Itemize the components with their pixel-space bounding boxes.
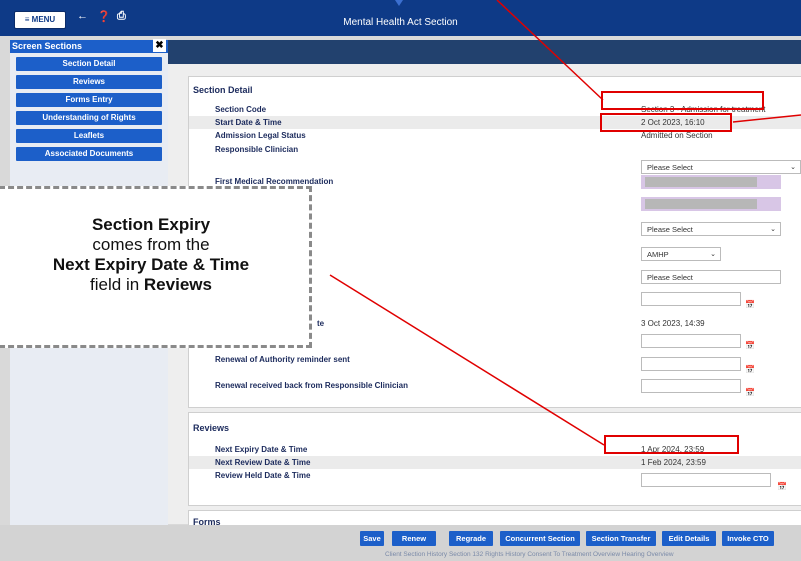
redacted-block	[645, 177, 757, 187]
callout-line-2: comes from the	[92, 235, 210, 254]
date-input-1[interactable]	[641, 292, 741, 306]
reviews-panel: Reviews Next Expiry Date & Time 1 Apr 20…	[188, 412, 801, 506]
sidebar-item-forms-entry[interactable]: Forms Entry	[16, 93, 162, 107]
sidebar-item-leaflets[interactable]: Leaflets	[16, 129, 162, 143]
header-strip	[168, 40, 801, 64]
bottom-action-bar: Save Renew Regrade Concurrent Section Se…	[0, 525, 801, 561]
calendar-icon[interactable]: 📅	[745, 300, 765, 309]
renewal-reminder-input[interactable]	[641, 357, 741, 371]
next-review-row: Next Review Date & Time 1 Feb 2024, 23:5…	[189, 456, 801, 469]
next-review-value: 1 Feb 2024, 23:59	[641, 458, 706, 467]
select-field-1[interactable]: Please Select ⌄	[641, 222, 781, 236]
select-value: Please Select	[647, 163, 693, 172]
sidebar-header: Screen Sections ✖	[10, 39, 168, 53]
section-detail-heading: Section Detail	[193, 85, 253, 95]
sidebar-item-associated-documents[interactable]: Associated Documents	[16, 147, 162, 161]
save-button[interactable]: Save	[360, 531, 384, 546]
select-value: Please Select	[647, 273, 693, 282]
section-code-label: Section Code	[215, 105, 267, 114]
calendar-icon[interactable]: 📅	[745, 388, 765, 397]
start-date-label: Start Date & Time	[215, 118, 282, 127]
callout-title: Section Expiry	[91, 215, 211, 234]
reviews-heading: Reviews	[193, 423, 230, 433]
invoke-cto-button[interactable]: Invoke CTO	[722, 531, 774, 546]
responsible-clinician-select[interactable]: Please Select ⌄	[641, 160, 801, 174]
chevron-down-icon: ⌄	[770, 226, 776, 233]
chevron-down-icon: ⌄	[790, 164, 796, 171]
regrade-button[interactable]: Regrade	[449, 531, 493, 546]
renewal-received-label: Renewal received back from Responsible C…	[215, 381, 408, 390]
review-held-label: Review Held Date & Time	[215, 471, 311, 480]
date-time-value: 3 Oct 2023, 14:39	[641, 319, 705, 328]
date-time-label: te	[317, 319, 325, 328]
calendar-icon[interactable]: 📅	[777, 482, 797, 491]
start-date-highlight	[600, 113, 732, 132]
edit-details-button[interactable]: Edit Details	[662, 531, 716, 546]
section-code-highlight	[601, 91, 764, 110]
responsible-clinician-label: Responsible Clinician	[215, 145, 299, 154]
top-bar: ≡ MENU ← ❓ ⎙ Mental Health Act Section	[0, 0, 801, 36]
callout-field-name: Next Expiry Date & Time	[52, 255, 250, 274]
section-transfer-button[interactable]: Section Transfer	[586, 531, 656, 546]
close-icon[interactable]: ✖	[153, 39, 166, 52]
concurrent-section-button[interactable]: Concurrent Section	[500, 531, 580, 546]
sidebar-item-reviews[interactable]: Reviews	[16, 75, 162, 89]
page-title: Mental Health Act Section	[343, 17, 458, 28]
sidebar-item-section-detail[interactable]: Section Detail	[16, 57, 162, 71]
sidebar-title: Screen Sections	[12, 41, 83, 51]
renewal-received-input[interactable]	[641, 379, 741, 393]
section-expiry-callout: Section Expiry comes from the Next Expir…	[0, 186, 312, 348]
callout-line-4: field in	[90, 275, 144, 294]
first-medical-label: First Medical Recommendation	[215, 177, 334, 186]
next-expiry-highlight	[604, 435, 739, 454]
callout-reviews: Reviews	[143, 275, 212, 294]
select-field-2[interactable]: Please Select	[641, 270, 781, 284]
next-review-label: Next Review Date & Time	[215, 458, 311, 467]
second-medical-field[interactable]	[641, 197, 781, 211]
next-expiry-label: Next Expiry Date & Time	[215, 445, 308, 454]
calendar-icon[interactable]: 📅	[745, 365, 765, 374]
first-medical-field[interactable]	[641, 175, 781, 189]
amhp-select[interactable]: AMHP ⌄	[641, 247, 721, 261]
admission-status-value: Admitted on Section	[641, 131, 713, 140]
select-value: Please Select	[647, 225, 693, 234]
calendar-icon[interactable]: 📅	[745, 341, 765, 350]
renewal-reminder-label: Renewal of Authority reminder sent	[215, 355, 350, 364]
select-value: AMHP	[647, 250, 669, 259]
history-links[interactable]: Client Section History Section 132 Right…	[385, 551, 674, 558]
responsible-clinician-row: Responsible Clinician	[189, 143, 801, 156]
review-held-input[interactable]	[641, 473, 771, 487]
redacted-block	[645, 199, 757, 209]
chevron-down-icon: ⌄	[710, 251, 716, 258]
date-input-2[interactable]	[641, 334, 741, 348]
renew-button[interactable]: Renew	[392, 531, 436, 546]
admission-status-label: Admission Legal Status	[215, 131, 306, 140]
sidebar-item-understanding-of-rights[interactable]: Understanding of Rights	[16, 111, 162, 125]
